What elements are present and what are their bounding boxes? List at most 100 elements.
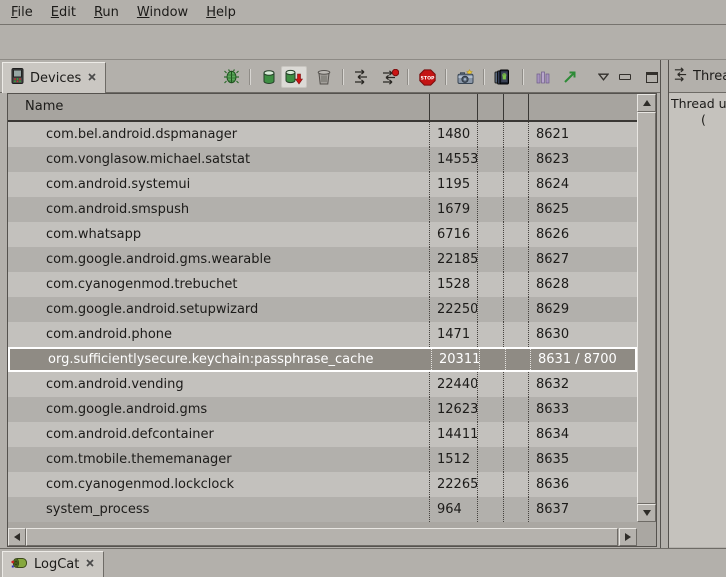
empty-cell xyxy=(477,422,503,447)
horizontal-scrollbar[interactable] xyxy=(8,528,637,546)
process-table: Name com.bel.android.dspmanager14808621c… xyxy=(7,93,657,547)
vertical-scroll-thumb[interactable] xyxy=(637,112,656,504)
port-cell: 8623 xyxy=(528,147,637,172)
port-cell: 8624 xyxy=(528,172,637,197)
empty-cell xyxy=(477,297,503,322)
ddms-window: FileEditRunWindowHelp Devices xyxy=(0,0,726,577)
update-threads-icon[interactable] xyxy=(353,69,369,85)
table-row[interactable]: com.whatsapp67168626 xyxy=(8,222,637,247)
table-row[interactable]: com.tmobile.thememanager15128635 xyxy=(8,447,637,472)
scroll-down-button[interactable] xyxy=(637,504,656,522)
menu-bar: FileEditRunWindowHelp xyxy=(0,0,726,25)
gc-trash-icon[interactable] xyxy=(317,69,331,85)
menu-file[interactable]: File xyxy=(2,2,42,23)
tab-threads-label[interactable]: Threads xyxy=(693,69,726,84)
panel-sash[interactable] xyxy=(660,60,661,548)
column-header-name[interactable]: Name xyxy=(8,94,429,120)
update-threads-red-dot-icon[interactable] xyxy=(382,69,399,85)
table-row[interactable]: com.google.android.setupwizard222508629 xyxy=(8,297,637,322)
menu-help[interactable]: Help xyxy=(197,2,245,23)
close-icon[interactable] xyxy=(85,557,95,572)
empty-cell xyxy=(503,297,528,322)
empty-cell xyxy=(477,497,503,522)
tab-devices[interactable]: Devices xyxy=(2,62,106,93)
empty-cell xyxy=(503,497,528,522)
process-name-cell: com.android.smspush xyxy=(8,197,429,222)
tracing-green-arrow-icon[interactable] xyxy=(563,70,577,84)
process-name-cell: com.tmobile.thememanager xyxy=(8,447,429,472)
stop-sign-icon[interactable]: STOP xyxy=(419,69,436,86)
minimize-icon[interactable] xyxy=(619,74,631,80)
menu-window[interactable]: Window xyxy=(128,2,197,23)
scroll-up-button[interactable] xyxy=(637,94,656,112)
table-row[interactable]: com.android.phone14718630 xyxy=(8,322,637,347)
scroll-right-button[interactable] xyxy=(619,528,637,546)
empty-cell xyxy=(477,397,503,422)
table-row[interactable]: com.google.android.gms12623 8633 xyxy=(8,397,637,422)
method-profiling-bars-icon[interactable] xyxy=(536,70,550,84)
port-cell: 8635 xyxy=(528,447,637,472)
table-row[interactable]: com.cyanogenmod.lockclock222658636 xyxy=(8,472,637,497)
pid-cell: 1195 xyxy=(429,172,477,197)
dump-hprof-icon xyxy=(285,69,303,85)
empty-cell xyxy=(477,122,503,147)
table-row[interactable]: com.android.systemui11958624 xyxy=(8,172,637,197)
tab-logcat[interactable]: LogCat xyxy=(2,551,104,577)
table-row[interactable]: com.android.vending224408632 xyxy=(8,372,637,397)
close-icon[interactable] xyxy=(87,71,97,86)
pid-cell: 1528 xyxy=(429,272,477,297)
update-heap-icon[interactable] xyxy=(263,69,275,85)
column-header-pid[interactable] xyxy=(429,94,477,120)
threads-view: Threads Thread up ( xyxy=(668,60,726,548)
view-menu-icon[interactable] xyxy=(598,73,609,81)
table-row[interactable]: com.cyanogenmod.trebuchet15288628 xyxy=(8,272,637,297)
column-header-3[interactable] xyxy=(477,94,503,120)
table-row[interactable]: com.android.defcontainer144118634 xyxy=(8,422,637,447)
table-header[interactable]: Name xyxy=(8,94,637,122)
table-row[interactable]: com.google.android.gms.wearable221858627 xyxy=(8,247,637,272)
port-cell: 8629 xyxy=(528,297,637,322)
arrow-down-icon xyxy=(643,510,651,516)
empty-cell xyxy=(505,349,530,370)
empty-cell xyxy=(503,322,528,347)
device-phone-stack-icon[interactable] xyxy=(494,69,510,85)
devices-toolbar: STOP xyxy=(223,62,658,92)
empty-cell xyxy=(477,172,503,197)
empty-toolbar-strip xyxy=(0,26,726,60)
empty-cell xyxy=(477,222,503,247)
table-row[interactable]: com.android.smspush16798625 xyxy=(8,197,637,222)
port-cell: 8630 xyxy=(528,322,637,347)
pid-cell: 20311 xyxy=(431,349,479,370)
table-row[interactable]: system_process9648637 xyxy=(8,497,637,522)
pid-cell: 12623 xyxy=(429,397,477,422)
menu-edit[interactable]: Edit xyxy=(42,2,85,23)
vertical-scrollbar[interactable] xyxy=(637,94,656,522)
table-row-selected[interactable]: org.sufficientlysecure.keychain:passphra… xyxy=(8,347,637,372)
empty-cell xyxy=(503,397,528,422)
screen-capture-camera-icon[interactable] xyxy=(457,69,475,85)
table-row[interactable]: com.vonglasow.michael.satstat145538623 xyxy=(8,147,637,172)
port-cell: 8626 xyxy=(528,222,637,247)
dump-hprof-button[interactable] xyxy=(281,66,307,88)
process-name-cell: system_process xyxy=(8,497,429,522)
menu-run[interactable]: Run xyxy=(85,2,128,23)
debug-bug-icon[interactable] xyxy=(223,69,240,85)
threads-message-area: Thread up ( xyxy=(669,93,726,547)
process-name-cell: com.google.android.gms xyxy=(8,397,429,422)
tab-logcat-label: LogCat xyxy=(34,557,79,572)
horizontal-scroll-thumb[interactable] xyxy=(26,528,618,546)
port-cell: 8628 xyxy=(528,272,637,297)
port-cell: 8633 xyxy=(528,397,637,422)
threads-message-line2: ( xyxy=(701,112,706,127)
scroll-left-button[interactable] xyxy=(8,528,26,546)
column-header-4[interactable] xyxy=(503,94,528,120)
port-cell: 8632 xyxy=(528,372,637,397)
empty-cell xyxy=(503,222,528,247)
pid-cell: 22265 xyxy=(429,472,477,497)
column-header-port[interactable] xyxy=(528,94,637,120)
table-row[interactable]: com.bel.android.dspmanager14808621 xyxy=(8,122,637,147)
maximize-icon[interactable] xyxy=(646,72,658,83)
pid-cell: 6716 xyxy=(429,222,477,247)
pid-cell: 22185 xyxy=(429,247,477,272)
process-table-body: com.bel.android.dspmanager14808621com.vo… xyxy=(8,122,637,522)
